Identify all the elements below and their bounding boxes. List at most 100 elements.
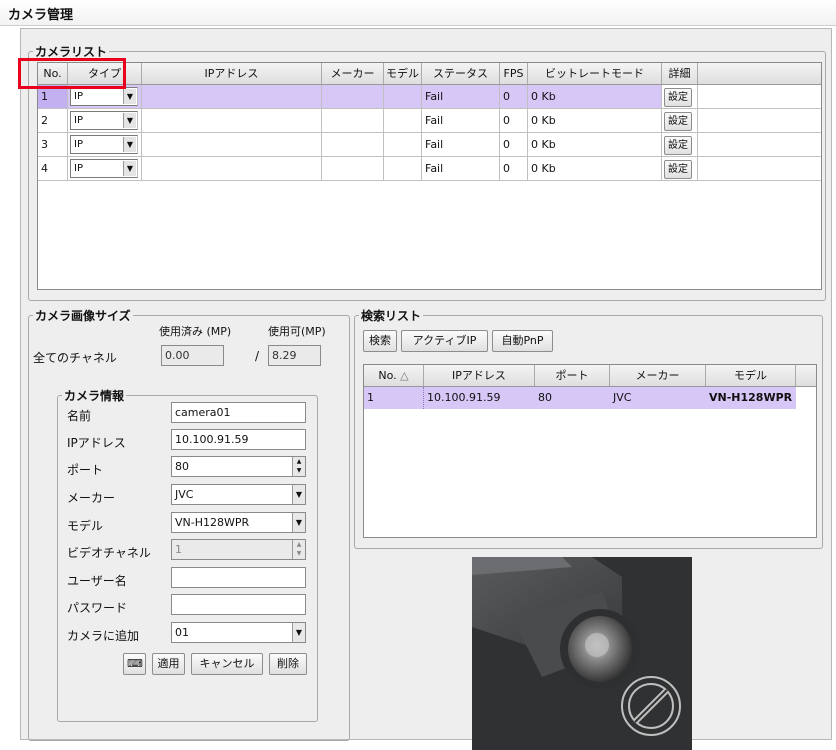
camera-info-legend: カメラ情報 [64, 389, 125, 403]
maker-select[interactable]: JVC ▼ [171, 484, 306, 505]
col-fps[interactable]: FPS [500, 63, 528, 84]
apply-button[interactable]: 適用 [152, 653, 185, 675]
camera-photo-icon [472, 557, 681, 736]
col-port[interactable]: ポート [535, 365, 610, 386]
maker-cell [322, 157, 384, 180]
camera-row[interactable]: 3 IP ▼ Fail 0 0 Kb 設定 [38, 133, 821, 157]
col-no[interactable]: No. △ [364, 365, 424, 386]
detail-cell: 設定 [662, 157, 698, 180]
sort-ascending-icon: △ [400, 369, 409, 382]
delete-button[interactable]: 削除 [269, 653, 307, 675]
maker-cell [322, 85, 384, 108]
detail-cell: 設定 [662, 85, 698, 108]
col-detail[interactable]: 詳細 [662, 63, 698, 84]
password-field[interactable] [171, 594, 306, 615]
auto-pnp-button[interactable]: 自動PnP [492, 330, 553, 352]
bitrate-cell: 0 Kb [528, 133, 662, 156]
detail-cell: 設定 [662, 109, 698, 132]
type-cell: IP ▼ [68, 109, 142, 132]
name-label: 名前 [67, 409, 92, 423]
col-maker[interactable]: メーカー [322, 63, 384, 84]
cancel-button[interactable]: キャンセル [191, 653, 263, 675]
camera-list-header: No. タイプ IPアドレス メーカー モデル ステータス FPS ビットレート… [38, 63, 821, 85]
col-maker[interactable]: メーカー [610, 365, 706, 386]
window-title: カメラ管理 [8, 8, 74, 23]
fps-cell: 0 [500, 133, 528, 156]
type-value: IP [74, 139, 83, 150]
model-label: モデル [67, 519, 104, 533]
model-select[interactable]: VN-H128WPR ▼ [171, 512, 306, 533]
all-channels-label: 全てのチャネル [33, 351, 117, 365]
fps-cell: 0 [500, 109, 528, 132]
spinner-arrows-icon[interactable]: ▲ ▼ [292, 457, 305, 476]
row-no: 3 [38, 133, 68, 156]
chevron-down-icon: ▼ [292, 623, 305, 642]
type-cell: IP ▼ [68, 133, 142, 156]
col-ip[interactable]: IPアドレス [142, 63, 322, 84]
model-cell [384, 85, 422, 108]
result-maker: JVC [610, 387, 706, 409]
chevron-down-icon: ▼ [123, 89, 136, 104]
result-model: VN-H128WPR [706, 387, 796, 409]
keyboard-button[interactable]: ⌨ [123, 653, 146, 675]
image-size-legend: カメラ画像サイズ [35, 309, 131, 323]
settings-button[interactable]: 設定 [664, 88, 692, 107]
active-ip-button[interactable]: アクティブIP [401, 330, 488, 352]
ip-label: IPアドレス [67, 436, 126, 450]
model-cell [384, 109, 422, 132]
settings-button[interactable]: 設定 [664, 136, 692, 155]
status-cell: Fail [422, 157, 500, 180]
ip-cell[interactable] [142, 85, 322, 108]
camera-row[interactable]: 1 IP ▼ Fail 0 0 Kb 設定 [38, 85, 821, 109]
row-no: 2 [38, 109, 68, 132]
search-result-row[interactable]: 1 10.100.91.59 80 JVC VN-H128WPR [364, 387, 816, 409]
col-model[interactable]: モデル [706, 365, 796, 386]
search-button[interactable]: 検索 [363, 330, 397, 352]
result-port: 80 [535, 387, 610, 409]
name-field[interactable]: camera01 [171, 402, 306, 423]
col-ip[interactable]: IPアドレス [424, 365, 535, 386]
maker-cell [322, 133, 384, 156]
chevron-down-icon: ▼ [292, 513, 305, 532]
ip-cell[interactable] [142, 109, 322, 132]
status-cell: Fail [422, 133, 500, 156]
port-value: 80 [175, 460, 189, 473]
maker-cell [322, 109, 384, 132]
type-select[interactable]: IP ▼ [70, 87, 138, 106]
type-select[interactable]: IP ▼ [70, 111, 138, 130]
video-channel-value: 1 [175, 543, 182, 556]
bitrate-cell: 0 Kb [528, 157, 662, 180]
type-value: IP [74, 163, 83, 174]
mp-separator: / [255, 349, 260, 363]
model-cell [384, 157, 422, 180]
add-to-camera-value: 01 [175, 626, 189, 639]
used-label: 使用済み (MP) [159, 325, 232, 338]
col-model[interactable]: モデル [384, 63, 422, 84]
port-spinner[interactable]: 80 ▲ ▼ [171, 456, 306, 477]
video-channel-label: ビデオチャネル [67, 546, 151, 560]
type-cell: IP ▼ [68, 157, 142, 180]
type-select[interactable]: IP ▼ [70, 159, 138, 178]
add-to-camera-select[interactable]: 01 ▼ [171, 622, 306, 643]
settings-button[interactable]: 設定 [664, 160, 692, 179]
settings-button[interactable]: 設定 [664, 112, 692, 131]
camera-row[interactable]: 4 IP ▼ Fail 0 0 Kb 設定 [38, 157, 821, 181]
search-list-legend: 検索リスト [361, 309, 422, 323]
port-label: ポート [67, 463, 104, 477]
type-value: IP [74, 91, 83, 102]
chevron-down-icon: ▼ [292, 485, 305, 504]
type-select[interactable]: IP ▼ [70, 135, 138, 154]
model-cell [384, 133, 422, 156]
status-cell: Fail [422, 109, 500, 132]
username-field[interactable] [171, 567, 306, 588]
ip-cell[interactable] [142, 157, 322, 180]
col-status[interactable]: ステータス [422, 63, 500, 84]
col-bitrate[interactable]: ビットレートモード [528, 63, 662, 84]
fps-cell: 0 [500, 85, 528, 108]
camera-management-panel: カメラリスト No. タイプ IPアドレス メーカー モデル ステータス FPS… [20, 28, 832, 750]
ip-cell[interactable] [142, 133, 322, 156]
camera-row[interactable]: 2 IP ▼ Fail 0 0 Kb 設定 [38, 109, 821, 133]
chevron-down-icon: ▼ [123, 137, 136, 152]
model-value: VN-H128WPR [175, 516, 250, 529]
ip-field[interactable]: 10.100.91.59 [171, 429, 306, 450]
